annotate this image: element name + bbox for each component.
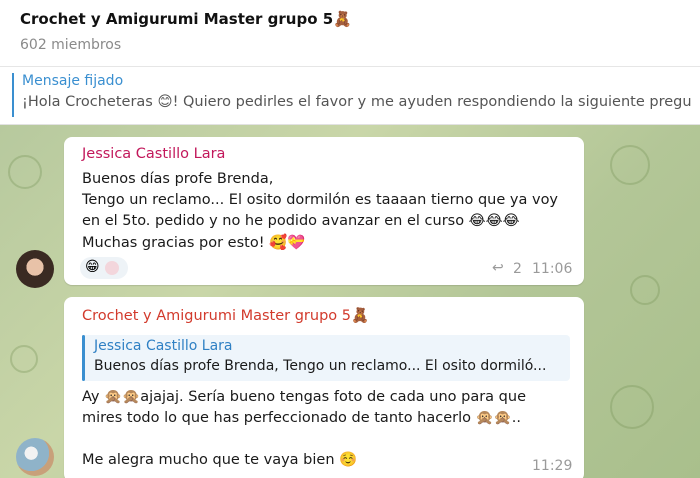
- background-doodle: [610, 145, 650, 185]
- background-doodle: [8, 155, 42, 189]
- pinned-message-bar[interactable]: Mensaje fijado ¡Hola Crocheteras 😊! Quie…: [0, 67, 700, 125]
- pinned-text: ¡Hola Crocheteras 😊! Quiero pedirles el …: [22, 94, 692, 110]
- background-doodle: [610, 385, 654, 429]
- message-text-line: Tengo un reclamo... El osito dormilón es…: [82, 192, 559, 208]
- message-time: 11:29: [532, 458, 573, 474]
- message-text-line: en el 5to. pedido y no he podido avanzar…: [82, 213, 520, 229]
- message-text-line: Muchas gracias por esto! 🥰💝: [82, 235, 306, 251]
- reply-icon[interactable]: ↩: [492, 260, 504, 276]
- reaction-emoji: 😁: [85, 259, 100, 275]
- reaction-chip[interactable]: 😁: [80, 257, 128, 279]
- quote-author: Jessica Castillo Lara: [94, 338, 233, 354]
- reply-count[interactable]: 2: [513, 261, 522, 277]
- chat-title: Crochet y Amigurumi Master grupo 5🧸: [20, 10, 352, 28]
- pinned-accent-bar: [12, 73, 14, 117]
- message-text-line: Buenos días profe Brenda,: [82, 171, 274, 187]
- pinned-title: Mensaje fijado: [22, 73, 124, 89]
- message-text-line: mires todo lo que has perfeccionado de t…: [82, 410, 521, 426]
- sender-name[interactable]: Jessica Castillo Lara: [82, 146, 225, 162]
- sender-name[interactable]: Crochet y Amigurumi Master grupo 5🧸: [82, 307, 369, 324]
- message-text-line: Ay 🙊🙊ajajaj. Sería bueno tengas foto de …: [82, 389, 526, 405]
- avatar[interactable]: [16, 438, 54, 476]
- quote-accent-bar: [82, 335, 85, 381]
- avatar[interactable]: [16, 250, 54, 288]
- background-doodle: [630, 275, 660, 305]
- member-count: 602 miembros: [20, 37, 122, 53]
- message-bubble[interactable]: Jessica Castillo Lara Buenos días profe …: [64, 137, 584, 285]
- quote-text: Buenos días profe Brenda, Tengo un recla…: [94, 358, 547, 374]
- message-time: 11:06: [532, 261, 573, 277]
- chat-area: Jessica Castillo Lara Buenos días profe …: [0, 125, 700, 478]
- message-text-line: Me alegra mucho que te vaya bien ☺️: [82, 452, 358, 468]
- chat-header[interactable]: Crochet y Amigurumi Master grupo 5🧸 602 …: [0, 0, 700, 67]
- message-bubble[interactable]: Crochet y Amigurumi Master grupo 5🧸 Jess…: [64, 297, 584, 478]
- reactor-avatar: [105, 261, 119, 275]
- background-doodle: [10, 345, 38, 373]
- quoted-reply[interactable]: Jessica Castillo Lara Buenos días profe …: [82, 335, 570, 381]
